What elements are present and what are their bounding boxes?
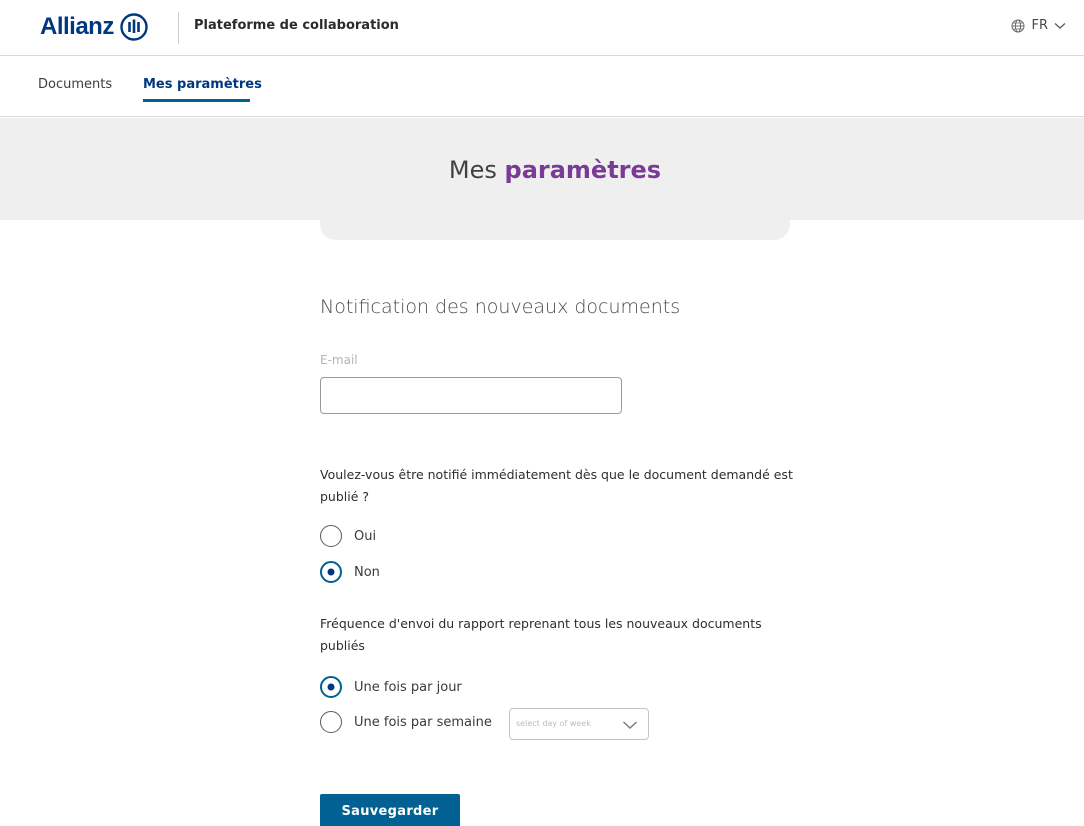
day-of-week-select[interactable]: select day of week xyxy=(509,708,649,740)
radio-label: Oui xyxy=(354,528,377,544)
section-title: Notification des nouveaux documents xyxy=(320,296,681,318)
language-selector[interactable]: FR xyxy=(1011,18,1066,33)
question-immediate: Voulez-vous être notifié immédiatement d… xyxy=(320,467,793,504)
radio-button[interactable] xyxy=(320,525,342,547)
header-divider xyxy=(178,12,179,44)
globe-icon xyxy=(1011,19,1025,32)
radio-label: Une fois par jour xyxy=(354,679,462,695)
chevron-down-icon xyxy=(623,721,637,729)
app-title: Plateforme de collaboration xyxy=(194,18,399,33)
brand-name: Allianz xyxy=(40,13,114,40)
top-header: Allianz Plateforme de collaboration FR xyxy=(0,0,1084,56)
radio-option-non[interactable]: Non xyxy=(320,561,380,583)
question-frequency: Fréquence d'envoi du rapport reprenant t… xyxy=(320,616,762,653)
language-label: FR xyxy=(1031,18,1048,33)
radio-button-selected[interactable] xyxy=(320,676,342,698)
tab-documents[interactable]: Documents xyxy=(38,77,112,92)
main-tabs: Documents Mes paramètres xyxy=(0,57,1084,117)
page-title: Mes paramètres xyxy=(0,156,1084,184)
email-field[interactable] xyxy=(320,377,622,414)
active-tab-indicator xyxy=(143,99,250,102)
tab-mes-parametres[interactable]: Mes paramètres xyxy=(143,77,262,92)
chevron-down-icon xyxy=(1054,22,1066,29)
radio-label: Non xyxy=(354,564,380,580)
radio-option-oui[interactable]: Oui xyxy=(320,525,376,547)
radio-option-daily[interactable]: Une fois par jour xyxy=(320,676,462,698)
page-title-plain: Mes xyxy=(448,156,505,184)
email-label: E-mail xyxy=(320,353,358,367)
radio-button-selected[interactable] xyxy=(320,561,342,583)
save-button[interactable]: Sauvegarder xyxy=(320,794,460,826)
banner-card xyxy=(320,200,790,240)
radio-option-weekly[interactable]: Une fois par semaine xyxy=(320,711,492,733)
radio-label: Une fois par semaine xyxy=(354,714,492,730)
radio-button[interactable] xyxy=(320,711,342,733)
allianz-logo[interactable]: Allianz xyxy=(40,12,148,42)
allianz-logo-icon xyxy=(120,13,148,41)
select-placeholder: select day of week xyxy=(516,719,591,728)
page-title-accent: paramètres xyxy=(504,156,662,184)
